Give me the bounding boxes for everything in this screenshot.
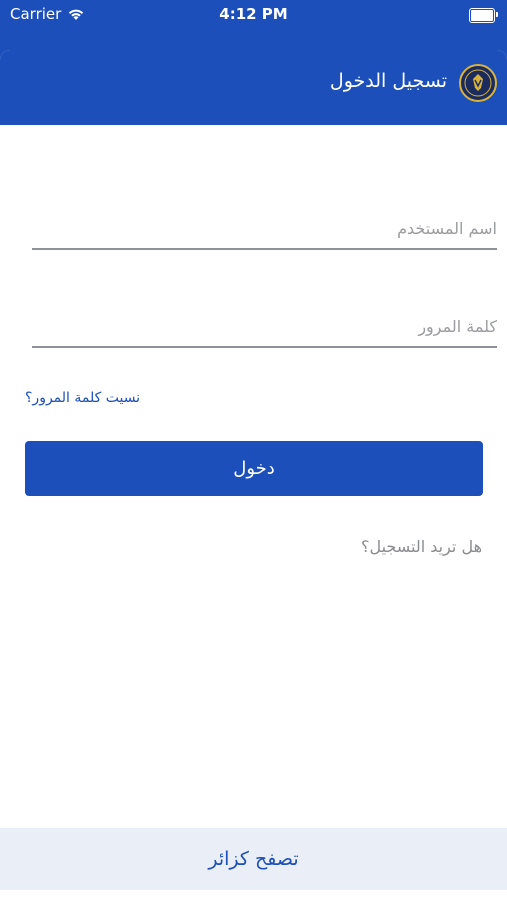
- password-input[interactable]: [32, 306, 497, 346]
- nav-bar: تسجيل الدخول: [0, 50, 507, 125]
- login-button[interactable]: دخول: [25, 441, 483, 496]
- status-time: 4:12 PM: [219, 5, 288, 23]
- browse-as-guest-label: تصفح كزائر: [208, 848, 299, 870]
- login-sheet: تسجيل الدخول نسيت كلمة المرور؟ دخول هل ت…: [0, 50, 507, 900]
- browse-as-guest-button[interactable]: تصفح كزائر: [0, 828, 507, 890]
- police-emblem-icon: [459, 64, 497, 102]
- register-link[interactable]: هل تريد التسجيل؟: [361, 537, 482, 556]
- password-field[interactable]: [32, 306, 497, 348]
- page-title: تسجيل الدخول: [329, 70, 447, 92]
- battery-icon: [469, 8, 498, 23]
- username-field[interactable]: [32, 208, 497, 250]
- status-bar: Carrier 4:12 PM: [0, 0, 507, 30]
- username-input[interactable]: [32, 208, 497, 248]
- home-indicator-area: [0, 890, 507, 900]
- forgot-password-link[interactable]: نسيت كلمة المرور؟: [25, 390, 140, 406]
